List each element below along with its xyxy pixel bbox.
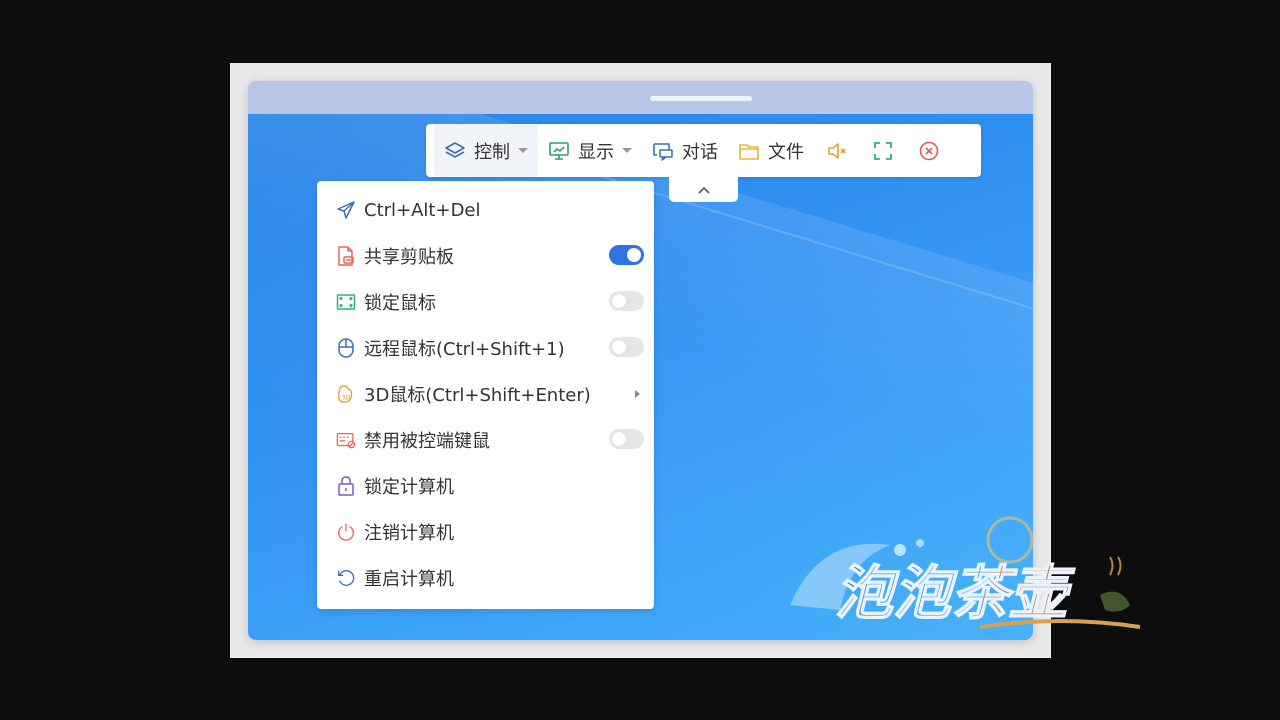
power-icon xyxy=(336,521,356,543)
menu-item-label: 远程鼠标(Ctrl+Shift+1) xyxy=(364,339,565,360)
mute-button[interactable] xyxy=(814,124,860,177)
menu-item-label: 注销计算机 xyxy=(364,523,454,544)
menu-item-lock-computer[interactable]: 锁定计算机 xyxy=(317,463,654,509)
disable-input-toggle[interactable] xyxy=(609,429,644,449)
toolbar-collapse-tab[interactable] xyxy=(669,177,738,202)
svg-text:3D: 3D xyxy=(341,394,350,401)
clipboard-icon xyxy=(336,245,356,267)
monitor-icon xyxy=(548,140,570,162)
chat-label: 对话 xyxy=(682,141,718,163)
lock-mouse-toggle[interactable] xyxy=(609,291,644,311)
mouse-icon xyxy=(336,337,356,359)
menu-item-lock-mouse[interactable]: 锁定鼠标 xyxy=(317,279,654,325)
share-clipboard-toggle[interactable] xyxy=(609,245,644,265)
control-menu-label: 控制 xyxy=(474,141,510,163)
frame-icon xyxy=(336,291,356,313)
chevron-up-icon xyxy=(697,180,711,199)
menu-item-label: 锁定鼠标 xyxy=(364,293,436,314)
folder-icon xyxy=(738,140,760,162)
menu-item-label: 共享剪贴板 xyxy=(364,247,454,268)
lock-icon xyxy=(336,475,356,497)
menu-item-label: 锁定计算机 xyxy=(364,477,454,498)
menu-item-disable-input[interactable]: 禁用被控端键鼠 xyxy=(317,417,654,463)
3d-mouse-icon: 3D xyxy=(336,383,356,405)
fullscreen-button[interactable] xyxy=(860,124,906,177)
menu-item-label: Ctrl+Alt+Del xyxy=(364,199,481,221)
chat-button[interactable]: 对话 xyxy=(642,124,728,177)
files-label: 文件 xyxy=(768,141,804,163)
window-titlebar[interactable] xyxy=(248,81,1033,114)
menu-item-label: 3D鼠标(Ctrl+Shift+Enter) xyxy=(364,385,591,406)
chevron-down-icon xyxy=(622,148,632,153)
watermark-text: 泡泡茶壶 xyxy=(835,559,1076,627)
control-menu-button[interactable]: 控制 xyxy=(434,124,538,177)
toggle-knob xyxy=(627,248,641,262)
watermark-logo: 泡泡茶壶 xyxy=(780,515,1150,640)
menu-item-label: 重启计算机 xyxy=(364,569,454,590)
menu-item-ctrl-alt-del[interactable]: Ctrl+Alt+Del xyxy=(317,187,654,233)
chat-icon xyxy=(652,140,674,162)
close-circle-icon xyxy=(918,140,940,162)
menu-item-share-clipboard[interactable]: 共享剪贴板 xyxy=(317,233,654,279)
drag-handle[interactable] xyxy=(650,96,752,101)
toggle-knob xyxy=(612,294,626,308)
send-icon xyxy=(336,199,356,221)
display-menu-button[interactable]: 显示 xyxy=(538,124,642,177)
menu-item-restart-computer[interactable]: 重启计算机 xyxy=(317,555,654,601)
toggle-knob xyxy=(612,432,626,446)
speaker-muted-icon xyxy=(826,140,848,162)
remote-mouse-toggle[interactable] xyxy=(609,337,644,357)
menu-item-3d-mouse[interactable]: 3D 3D鼠标(Ctrl+Shift+Enter) xyxy=(317,371,654,417)
chevron-right-icon xyxy=(635,390,640,398)
restart-icon xyxy=(336,567,356,589)
chevron-down-icon xyxy=(518,148,528,153)
menu-item-label: 禁用被控端键鼠 xyxy=(364,431,490,452)
menu-item-remote-mouse[interactable]: 远程鼠标(Ctrl+Shift+1) xyxy=(317,325,654,371)
disconnect-button[interactable] xyxy=(906,124,952,177)
display-menu-label: 显示 xyxy=(578,141,614,163)
files-button[interactable]: 文件 xyxy=(728,124,814,177)
fullscreen-icon xyxy=(872,140,894,162)
layers-icon xyxy=(444,140,466,162)
menu-item-logoff-computer[interactable]: 注销计算机 xyxy=(317,509,654,555)
remote-control-toolbar: 控制 显示 对话 文件 xyxy=(426,124,981,177)
control-dropdown-menu: Ctrl+Alt+Del 共享剪贴板 锁定鼠标 远程鼠标(Ctrl+Shift+… xyxy=(317,181,654,609)
keyboard-disable-icon xyxy=(336,429,356,451)
toggle-knob xyxy=(612,340,626,354)
